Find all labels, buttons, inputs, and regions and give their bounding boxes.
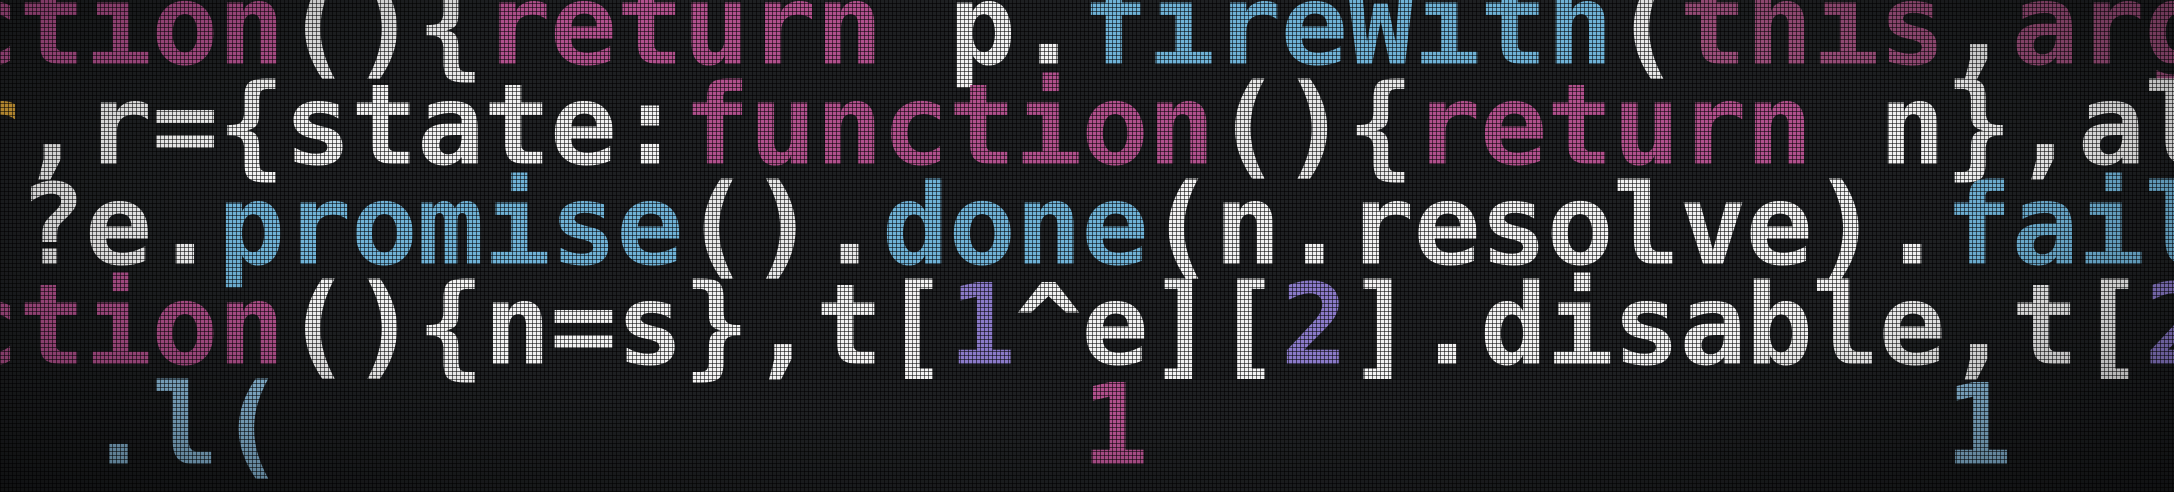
- code-token: .l(: [84, 361, 285, 491]
- code-token: 1: [1944, 361, 2012, 491]
- code-area: ction(){return p.fireWith(this,argumenr,…: [0, 0, 2174, 482]
- code-editor-screen: ction(){return p.fireWith(this,argumenr,…: [0, 0, 2174, 492]
- code-line: .l( 1 1 1 1: [0, 370, 2174, 482]
- code-token: 1: [1081, 361, 1148, 491]
